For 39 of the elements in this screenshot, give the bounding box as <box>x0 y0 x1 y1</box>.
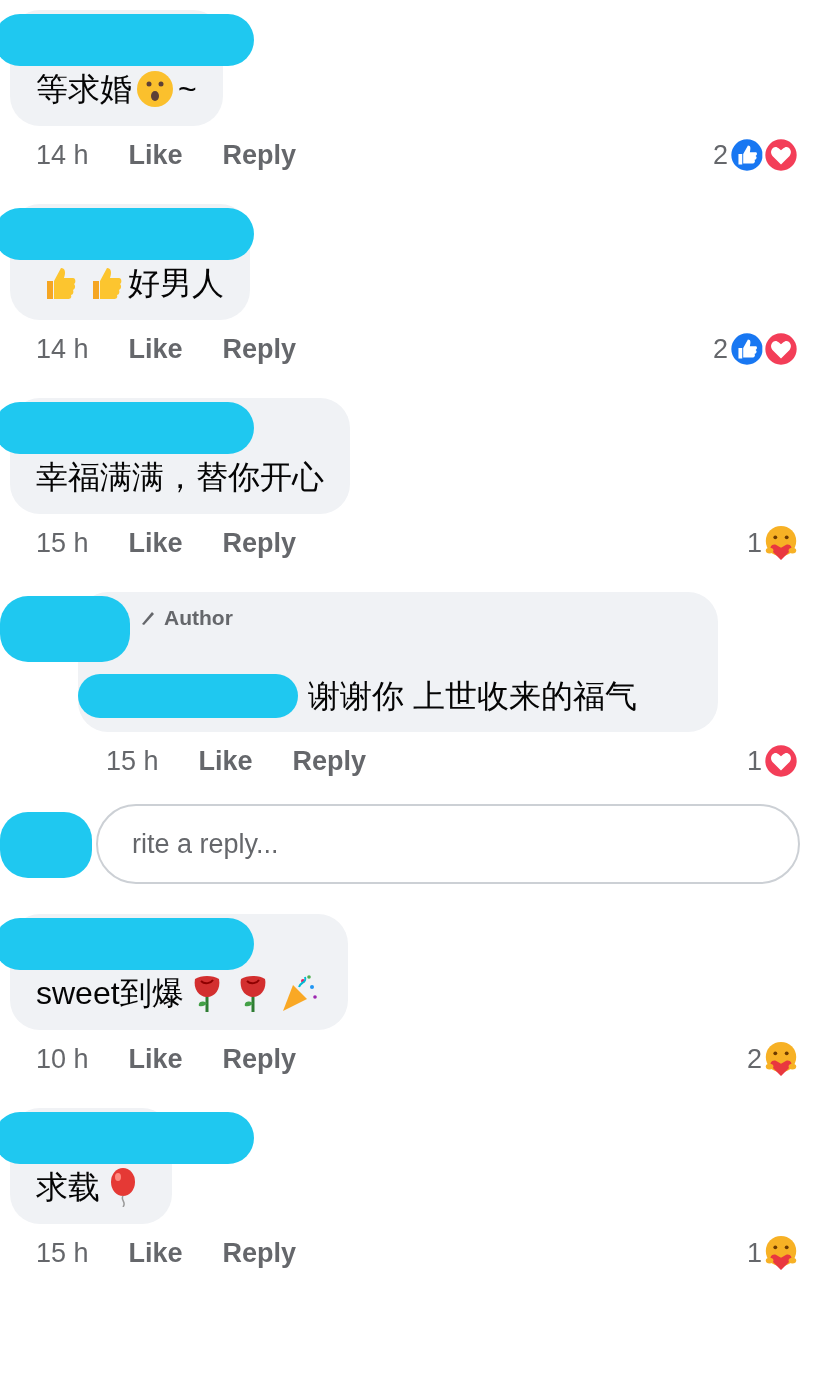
like-link[interactable]: Like <box>128 139 183 171</box>
reaction-count: 1 <box>746 1237 762 1269</box>
comment-text: 等求婚 <box>36 70 132 109</box>
love-reaction-icon <box>762 330 800 368</box>
reaction-count: 2 <box>712 333 728 365</box>
reaction-count: 1 <box>746 745 762 777</box>
author-label: Author <box>164 606 233 630</box>
reply-link[interactable]: Reply <box>222 1043 297 1075</box>
love-reaction-icon <box>762 136 800 174</box>
comment-text: ~ <box>178 70 197 109</box>
comment-text: 求载 <box>36 1168 100 1207</box>
like-reaction-icon <box>728 136 766 174</box>
comment-text: 谢谢你 上世收来的福气 <box>308 677 637 716</box>
comment-time: 15 h <box>36 527 89 559</box>
like-link[interactable]: Like <box>198 745 253 777</box>
reply-link[interactable]: Reply <box>222 333 297 365</box>
reply-link[interactable]: Reply <box>222 139 297 171</box>
comment-text: sweet到爆 <box>36 974 184 1013</box>
reply-input-field[interactable]: rite a reply... <box>96 804 800 884</box>
like-link[interactable]: Like <box>128 1043 183 1075</box>
reaction-count: 2 <box>746 1043 762 1075</box>
love-reaction-icon <box>762 742 800 780</box>
like-reaction-icon <box>728 330 766 368</box>
surprised-face-icon <box>135 69 175 109</box>
comment-time: 14 h <box>36 333 89 365</box>
like-link[interactable]: Like <box>128 333 183 365</box>
comment-time: 15 h <box>36 1237 89 1269</box>
reaction-count: 1 <box>746 527 762 559</box>
comment-time: 14 h <box>36 139 89 171</box>
comment-time: 15 h <box>106 745 159 777</box>
reaction-count: 2 <box>712 139 728 171</box>
reply-link[interactable]: Reply <box>222 1237 297 1269</box>
like-link[interactable]: Like <box>128 527 183 559</box>
comment-text: 好男人 <box>128 264 224 303</box>
comment-text: 幸福满满，替你开心 <box>36 458 324 497</box>
reply-link[interactable]: Reply <box>222 527 297 559</box>
reply-link[interactable]: Reply <box>292 745 367 777</box>
comment-time: 10 h <box>36 1043 89 1075</box>
like-link[interactable]: Like <box>128 1237 183 1269</box>
